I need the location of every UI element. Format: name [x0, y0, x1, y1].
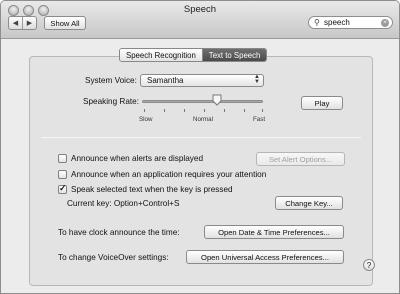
slider-tick: [184, 109, 185, 112]
preferences-window: Speech ◀ ▶ Show All ⚲ speech × Speech Re…: [0, 0, 400, 294]
forward-arrow-icon[interactable]: ▶: [22, 17, 36, 29]
announce-attention-checkbox[interactable]: [58, 170, 67, 179]
slider-tick: [144, 109, 145, 112]
speaking-rate-slider[interactable]: [142, 100, 263, 103]
back-arrow-icon[interactable]: ◀: [9, 17, 22, 29]
speaking-rate-label: Speaking Rate:: [83, 97, 139, 106]
speak-selected-checkbox[interactable]: ✓: [58, 183, 67, 194]
open-date-time-button[interactable]: Open Date & Time Preferences...: [204, 225, 344, 239]
search-input[interactable]: speech: [324, 18, 350, 27]
rate-normal-label: Normal: [193, 116, 213, 123]
clear-search-icon[interactable]: ×: [381, 19, 389, 27]
slider-knob[interactable]: [212, 94, 222, 106]
play-button[interactable]: Play: [301, 96, 343, 110]
system-voice-value: Samantha: [147, 76, 184, 85]
help-button[interactable]: ?: [363, 259, 375, 271]
slider-tick: [164, 109, 165, 112]
tab-bar: Speech Recognition Text to Speech: [119, 48, 268, 62]
checkmark-icon: ✓: [59, 183, 67, 193]
change-key-button[interactable]: Change Key...: [275, 196, 343, 210]
system-voice-popup[interactable]: Samantha ▲ ▼: [140, 74, 264, 87]
open-universal-access-button[interactable]: Open Universal Access Preferences...: [186, 250, 344, 264]
announce-alerts-checkbox[interactable]: [58, 154, 67, 163]
speak-selected-label: Speak selected text when the key is pres…: [71, 185, 233, 194]
search-field[interactable]: ⚲ speech ×: [308, 16, 393, 29]
rate-slow-label: Slow: [139, 116, 153, 123]
rate-fast-label: Fast: [253, 116, 266, 123]
system-voice-label: System Voice:: [85, 76, 137, 85]
slider-tick: [262, 109, 263, 112]
back-forward-control: ◀ ▶: [8, 16, 37, 30]
tab-speech-recognition[interactable]: Speech Recognition: [120, 49, 202, 61]
slider-tick: [204, 109, 205, 112]
announce-attention-label: Announce when an application requires yo…: [71, 170, 267, 179]
search-icon: ⚲: [314, 18, 320, 27]
clock-label: To have clock announce the time:: [58, 228, 180, 237]
slider-tick: [244, 109, 245, 112]
show-all-button[interactable]: Show All: [44, 16, 86, 30]
slider-tick: [224, 109, 225, 112]
tab-text-to-speech[interactable]: Text to Speech: [201, 49, 267, 61]
announce-alerts-label: Announce when alerts are displayed: [71, 154, 203, 163]
divider: [41, 137, 361, 138]
window-title: Speech: [183, 4, 217, 15]
voiceover-label: To change VoiceOver settings:: [58, 253, 169, 262]
title-bar: Speech ◀ ▶ Show All ⚲ speech ×: [1, 1, 399, 39]
set-alert-options-button[interactable]: Set Alert Options...: [256, 152, 345, 166]
popup-arrows-icon: ▲ ▼: [254, 74, 260, 85]
current-key-label: Current key: Option+Control+S: [67, 199, 180, 208]
